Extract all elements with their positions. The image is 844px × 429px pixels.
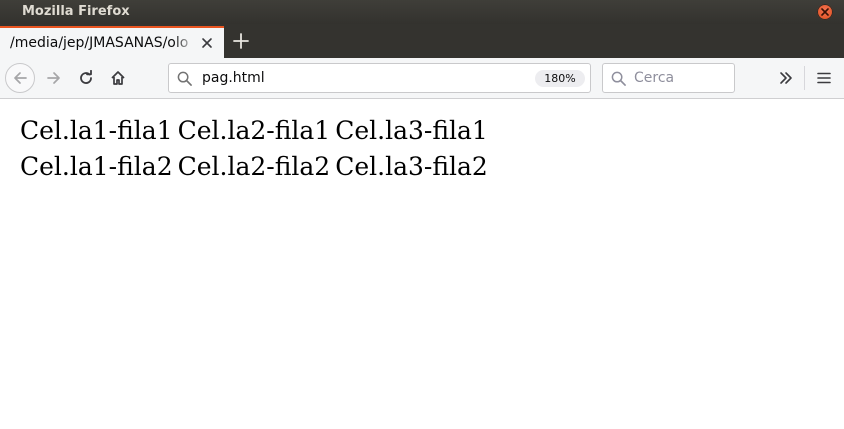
back-arrow-icon (14, 72, 27, 84)
reload-icon (80, 70, 92, 84)
forward-arrow-icon (47, 72, 60, 84)
table-row: Cel.la1-fila1 Cel.la2-fila1 Cel.la3-fila… (20, 116, 493, 152)
search-placeholder[interactable]: Cerca (634, 70, 674, 86)
new-tab-button[interactable] (233, 33, 249, 49)
page-content: Cel.la1-fila1 Cel.la2-fila1 Cel.la3-fila… (0, 99, 844, 429)
window-close-button[interactable] (817, 4, 833, 20)
table-cell: Cel.la3-fila1 (335, 116, 488, 145)
double-chevron-icon (780, 72, 792, 84)
url-bar[interactable]: pag.html 180% (168, 63, 591, 93)
tab-close-icon[interactable] (201, 37, 213, 49)
app-menu-button[interactable] (810, 64, 838, 92)
table-cell: Cel.la1-fila1 (20, 116, 173, 145)
table-row: Cel.la1-fila2 Cel.la2-fila2 Cel.la3-fila… (20, 152, 493, 188)
url-text[interactable]: pag.html (202, 70, 265, 86)
overflow-menu-button[interactable] (772, 64, 800, 92)
tab-strip: /media/jep/JMASANAS/olo (0, 24, 844, 58)
table-cell: Cel.la2-fila1 (177, 116, 331, 145)
window-title: Mozilla Firefox (22, 4, 130, 19)
toolbar-separator (804, 66, 805, 90)
close-icon (821, 8, 829, 16)
home-button[interactable] (104, 64, 132, 92)
tab-label: /media/jep/JMASANAS/olo (10, 35, 189, 51)
content-table: Cel.la1-fila1 Cel.la2-fila1 Cel.la3-fila… (20, 116, 493, 188)
search-icon (177, 71, 192, 86)
window-titlebar: Mozilla Firefox (0, 0, 844, 24)
search-icon (611, 71, 626, 86)
home-icon (111, 71, 125, 85)
zoom-reset-button[interactable]: 180% (535, 70, 585, 87)
hamburger-icon (817, 72, 831, 84)
forward-button[interactable] (40, 64, 68, 92)
back-button[interactable] (5, 63, 35, 93)
table-cell: Cel.la1-fila2 (20, 152, 173, 181)
table-cell: Cel.la2-fila2 (177, 152, 331, 181)
nav-toolbar: pag.html 180% Cerca (0, 58, 844, 99)
reload-button[interactable] (72, 64, 100, 92)
table-cell: Cel.la3-fila2 (335, 152, 488, 181)
tab-active[interactable]: /media/jep/JMASANAS/olo (0, 26, 224, 58)
search-bar[interactable]: Cerca (602, 63, 735, 93)
